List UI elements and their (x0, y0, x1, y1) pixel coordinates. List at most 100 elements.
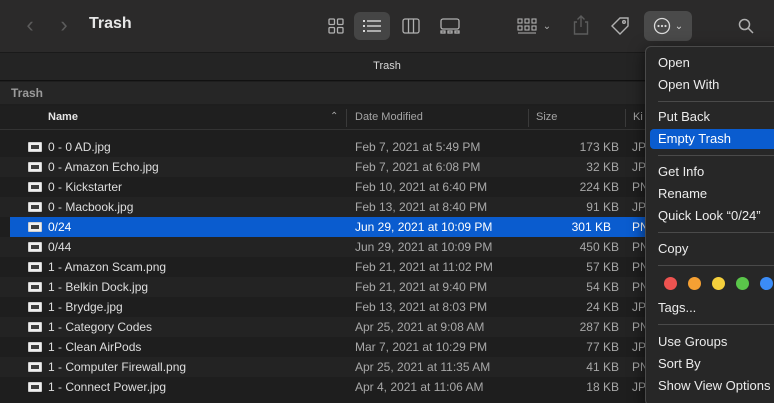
menu-separator (658, 324, 774, 325)
file-thumbnail-icon (28, 282, 42, 292)
menu-separator (658, 155, 774, 156)
icon-view-button[interactable] (318, 12, 354, 40)
chevron-down-icon: ⌄ (674, 20, 684, 32)
column-size[interactable]: Size (536, 111, 557, 123)
file-date: Apr 25, 2021 at 11:35 AM (355, 360, 491, 374)
list-view-button[interactable] (354, 12, 390, 40)
file-thumbnail-icon (28, 162, 42, 172)
file-size: 301 KB (571, 220, 611, 234)
menu-put-back[interactable]: Put Back (650, 107, 774, 127)
file-kind: JP (632, 340, 646, 354)
file-name: 1 - Clean AirPods (48, 340, 142, 354)
share-icon (573, 15, 589, 35)
file-size: 224 KB (579, 180, 619, 194)
tag-icon (611, 17, 629, 35)
file-size: 32 KB (586, 160, 619, 174)
file-name: 1 - Connect Power.jpg (48, 380, 167, 394)
file-kind: JP (632, 200, 646, 214)
file-size: 41 KB (586, 360, 619, 374)
column-kind[interactable]: Ki (633, 111, 643, 123)
file-thumbnail-icon (28, 382, 42, 392)
column-divider[interactable] (528, 109, 529, 127)
column-divider[interactable] (625, 109, 626, 127)
menu-show-view-options[interactable]: Show View Options (650, 376, 774, 396)
file-thumbnail-icon (28, 242, 42, 252)
back-button[interactable]: ‹ (18, 12, 42, 38)
menu-separator (658, 232, 774, 233)
gallery-icon (440, 18, 460, 34)
file-size: 91 KB (586, 200, 619, 214)
file-size: 54 KB (586, 280, 619, 294)
menu-quick-look[interactable]: Quick Look “0/24” (650, 206, 774, 226)
chevron-left-icon: ‹ (26, 12, 34, 37)
file-name: 0 - Kickstarter (48, 180, 123, 194)
file-thumbnail-icon (28, 142, 42, 152)
file-name: 0/24 (48, 220, 72, 234)
list-icon (363, 20, 381, 32)
toolbar: ‹ › Trash ⌄ ⌄ (0, 0, 774, 52)
file-thumbnail-icon (28, 262, 42, 272)
file-size: 18 KB (586, 380, 619, 394)
file-name: 1 - Computer Firewall.png (48, 360, 187, 374)
file-name: 0 - Macbook.jpg (48, 200, 134, 214)
file-thumbnail-icon (28, 342, 42, 352)
window-title: Trash (89, 15, 132, 32)
menu-sort-by[interactable]: Sort By (650, 354, 774, 374)
file-name: 1 - Belkin Dock.jpg (48, 280, 149, 294)
group-button[interactable]: ⌄ (512, 12, 556, 40)
menu-rename[interactable]: Rename (650, 184, 774, 204)
path-label: Trash (11, 86, 44, 100)
chevron-up-icon: ⌃ (330, 111, 339, 122)
file-kind: PN (632, 320, 646, 334)
file-date: Feb 21, 2021 at 11:02 PM (355, 260, 493, 274)
menu-separator (658, 101, 774, 102)
file-kind: PN (632, 280, 646, 294)
file-date: Feb 7, 2021 at 5:49 PM (355, 140, 481, 154)
search-button[interactable] (732, 12, 760, 40)
tag-color-dot[interactable] (688, 277, 701, 290)
chevron-right-icon: › (60, 12, 68, 37)
column-view-button[interactable] (393, 12, 429, 40)
file-name: 1 - Brydge.jpg (48, 300, 123, 314)
file-date: Feb 13, 2021 at 8:03 PM (355, 300, 488, 314)
file-size: 287 KB (579, 320, 619, 334)
file-thumbnail-icon (28, 182, 42, 192)
tag-color-dot[interactable] (760, 277, 773, 290)
file-kind: JP (632, 300, 646, 314)
menu-use-groups[interactable]: Use Groups (650, 332, 774, 352)
group-grid-icon (517, 18, 537, 34)
column-date-modified[interactable]: Date Modified (355, 111, 423, 123)
menu-get-info[interactable]: Get Info (650, 162, 774, 182)
file-date: Feb 10, 2021 at 6:40 PM (355, 180, 488, 194)
menu-open-with[interactable]: Open With (650, 75, 774, 95)
file-size: 173 KB (579, 140, 619, 154)
column-divider[interactable] (346, 109, 347, 127)
file-size: 450 KB (579, 240, 619, 254)
gallery-view-button[interactable] (432, 12, 468, 40)
file-kind: JP (632, 380, 646, 394)
column-name[interactable]: Name (48, 111, 78, 123)
menu-tags[interactable]: Tags... (650, 298, 774, 318)
menu-copy[interactable]: Copy (650, 239, 774, 259)
file-kind: PN (632, 260, 646, 274)
columns-icon (402, 18, 420, 34)
forward-button[interactable]: › (52, 12, 76, 38)
tag-button[interactable] (605, 12, 635, 40)
file-date: Mar 7, 2021 at 10:29 PM (355, 340, 488, 354)
action-menu-button[interactable]: ⌄ (644, 11, 692, 41)
tag-color-dot[interactable] (736, 277, 749, 290)
share-button[interactable] (568, 10, 594, 40)
file-size: 24 KB (586, 300, 619, 314)
search-icon (738, 18, 754, 34)
file-size: 77 KB (586, 340, 619, 354)
file-kind: PN (632, 220, 646, 234)
file-date: Feb 7, 2021 at 6:08 PM (355, 160, 481, 174)
tag-color-dot[interactable] (664, 277, 677, 290)
file-thumbnail-icon (28, 362, 42, 372)
file-kind: PN (632, 180, 646, 194)
menu-open[interactable]: Open (650, 53, 774, 73)
file-kind: JP (632, 140, 646, 154)
tag-color-dot[interactable] (712, 277, 725, 290)
file-kind: JP (632, 160, 646, 174)
menu-empty-trash[interactable]: Empty Trash (650, 129, 774, 149)
